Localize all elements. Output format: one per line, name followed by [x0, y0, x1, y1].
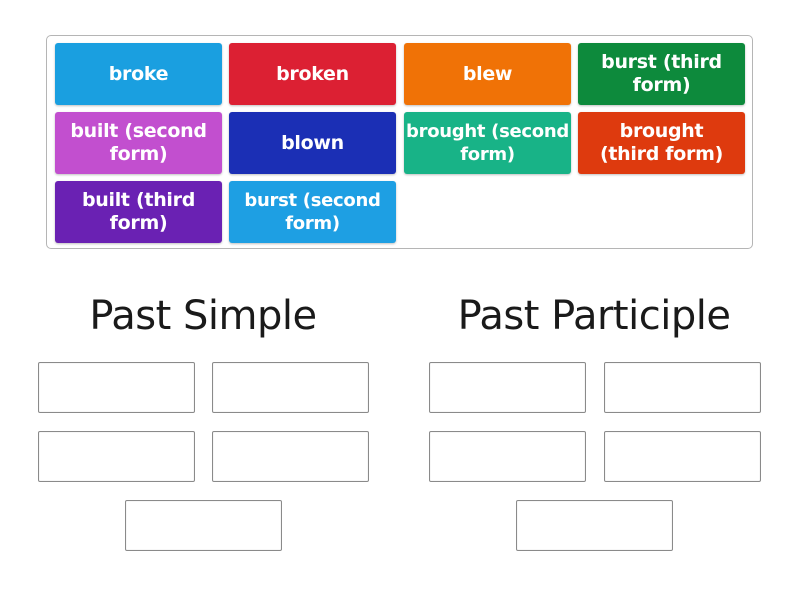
drop-slot-past-participle-1[interactable]: [429, 362, 586, 413]
tile-burst-third-form[interactable]: burst (third form): [578, 43, 745, 105]
drop-slot-past-simple-5[interactable]: [125, 500, 282, 551]
drop-slot-past-participle-2[interactable]: [604, 362, 761, 413]
drop-slot-past-simple-4[interactable]: [212, 431, 369, 482]
tile-broken[interactable]: broken: [229, 43, 396, 105]
tile-brought-third-form[interactable]: brought (third form): [578, 112, 745, 174]
drop-slot-past-simple-3[interactable]: [38, 431, 195, 482]
drop-slot-past-participle-4[interactable]: [604, 431, 761, 482]
tile-blew[interactable]: blew: [404, 43, 571, 105]
tile-brought-second-form[interactable]: brought (second form): [404, 112, 571, 174]
tile-broke[interactable]: broke: [55, 43, 222, 105]
drop-slot-past-simple-1[interactable]: [38, 362, 195, 413]
drop-slot-past-participle-5[interactable]: [516, 500, 673, 551]
drop-slot-past-simple-2[interactable]: [212, 362, 369, 413]
tile-built-second-form[interactable]: built (second form): [55, 112, 222, 174]
tile-burst-second-form[interactable]: burst (second form): [229, 181, 396, 243]
group-title-past-participle: Past Participle: [457, 293, 731, 339]
drop-slot-past-participle-3[interactable]: [429, 431, 586, 482]
group-title-past-simple: Past Simple: [89, 293, 317, 339]
tile-bank: broke broken blew burst (third form) bui…: [46, 35, 753, 249]
tile-blown[interactable]: blown: [229, 112, 396, 174]
tile-built-third-form[interactable]: built (third form): [55, 181, 222, 243]
